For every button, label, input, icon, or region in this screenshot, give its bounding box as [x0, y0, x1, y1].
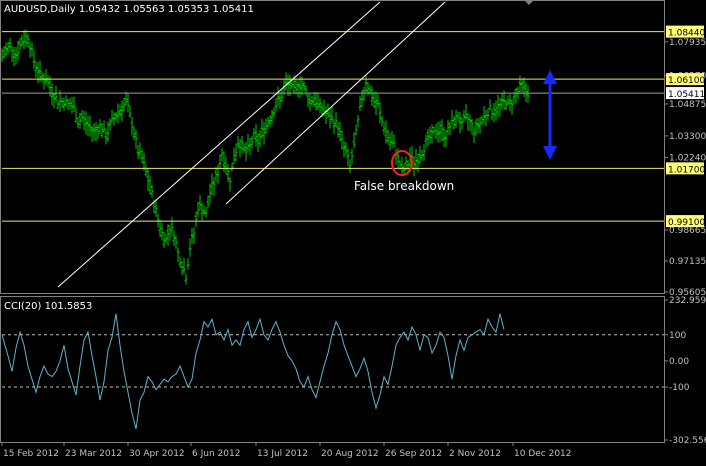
price-tick-label: 1.07935 [669, 38, 706, 48]
chart-svg: 1.079351.062701.048751.033001.022400.986… [0, 0, 706, 462]
level-price-label: 1.01700 [668, 165, 705, 175]
time-tick-label: 13 Jul 2012 [257, 449, 308, 459]
cci-title: CCI(20) 101.5853 [4, 301, 92, 312]
cci-tick-label: 100 [669, 331, 686, 341]
cci-tick-label: -302.556 [669, 436, 706, 446]
cci-tick-label: 0.00 [669, 357, 689, 367]
price-chart-title: AUDUSD,Daily 1.05432 1.05563 1.05353 1.0… [4, 4, 254, 15]
level-price-label: 1.06100 [668, 76, 705, 86]
cci-tick-label: 232.9599 [669, 296, 706, 306]
current-price-label: 1.05411 [668, 90, 705, 100]
time-tick-label: 30 Apr 2012 [129, 449, 185, 459]
time-tick-label: 10 Dec 2012 [514, 449, 572, 459]
cci-tick-label: -100 [669, 383, 690, 393]
time-tick-label: 20 Aug 2012 [321, 449, 379, 459]
time-tick-label: 26 Sep 2012 [385, 449, 442, 459]
forex-chart: 1.079351.062701.048751.033001.022400.986… [0, 0, 706, 462]
level-price-label: 0.99100 [668, 218, 705, 228]
price-tick-label: 0.97135 [669, 257, 706, 267]
price-tick-label: 1.03300 [669, 132, 706, 142]
level-price-label: 1.08440 [668, 29, 705, 39]
time-tick-label: 23 Mar 2012 [65, 449, 122, 459]
price-tick-label: 1.04875 [669, 100, 706, 110]
chart-background [0, 0, 706, 462]
price-tick-label: 1.02240 [669, 153, 706, 163]
time-tick-label: 6 Jun 2012 [192, 449, 240, 459]
false-breakdown-label: False breakdown [354, 179, 454, 193]
time-tick-label: 2 Nov 2012 [449, 449, 501, 459]
time-tick-label: 15 Feb 2012 [3, 449, 59, 459]
